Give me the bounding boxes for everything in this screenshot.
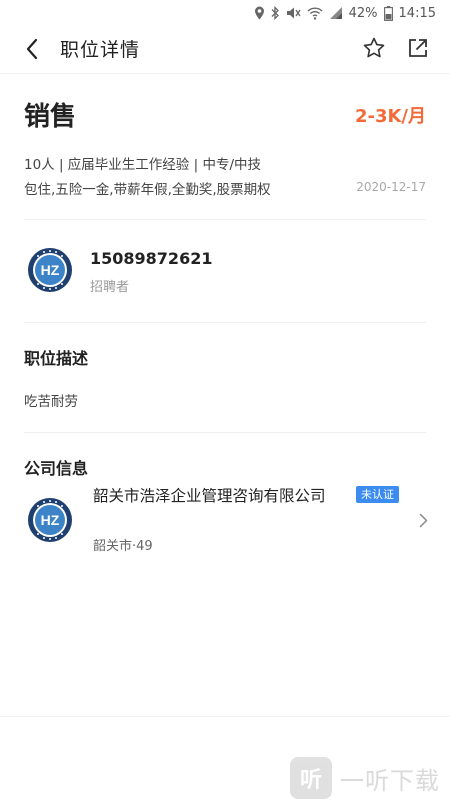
favorite-button[interactable] <box>361 34 387 62</box>
company-avatar-text: HZ <box>41 512 60 528</box>
wifi-icon <box>307 5 323 21</box>
recruiter-role: 招聘者 <box>90 280 130 295</box>
star-outline-icon <box>363 37 385 58</box>
divider <box>24 219 426 220</box>
salary: 2-3K/月 <box>354 106 426 127</box>
share-button[interactable] <box>405 34 431 62</box>
chevron-left-icon <box>26 38 38 60</box>
job-requirements: 10人 | 应届毕业生工作经验 | 中专/中技 <box>24 157 261 173</box>
status-time: 14:15 <box>398 5 436 21</box>
recruiter-avatar: HZ <box>27 247 73 293</box>
back-button[interactable] <box>18 34 46 64</box>
description-text: 吃苦耐劳 <box>24 394 78 410</box>
bottom-divider <box>0 716 450 717</box>
description-title: 职位描述 <box>24 349 89 368</box>
company-meta: 韶关市·49 <box>93 539 153 554</box>
watermark-logo: 听 <box>290 757 332 799</box>
share-external-icon <box>409 39 427 57</box>
recruiter-phone: 15089872621 <box>90 249 213 268</box>
bluetooth-icon <box>271 5 280 21</box>
recruiter-avatar-text: HZ <box>41 262 60 278</box>
battery-icon <box>383 5 393 21</box>
battery-percent: 42% <box>348 5 378 21</box>
location-icon <box>254 5 265 21</box>
nav-divider <box>0 73 450 74</box>
watermark: 听 一听下载 <box>290 757 440 799</box>
company-name: 韶关市浩泽企业管理咨询有限公司 <box>93 487 326 505</box>
watermark-text: 一听下载 <box>340 766 440 795</box>
company-row[interactable]: HZ 韶关市浩泽企业管理咨询有限公司 未认证 韶关市·49 <box>0 480 450 560</box>
company-section-title: 公司信息 <box>24 459 89 478</box>
mute-icon <box>286 5 301 21</box>
status-bar: 42% 14:15 <box>0 0 450 26</box>
chevron-right-icon <box>416 512 430 528</box>
divider <box>24 322 426 323</box>
nav-bar: 职位详情 <box>0 26 450 72</box>
job-title: 销售 <box>24 102 77 132</box>
post-date: 2020-12-17 <box>356 180 426 194</box>
verification-badge: 未认证 <box>356 486 399 503</box>
divider <box>24 432 426 433</box>
signal-icon <box>329 5 343 21</box>
job-welfare: 包住,五险一金,带薪年假,全勤奖,股票期权 <box>24 182 271 198</box>
company-avatar: HZ <box>27 497 73 543</box>
page-title: 职位详情 <box>60 39 141 61</box>
